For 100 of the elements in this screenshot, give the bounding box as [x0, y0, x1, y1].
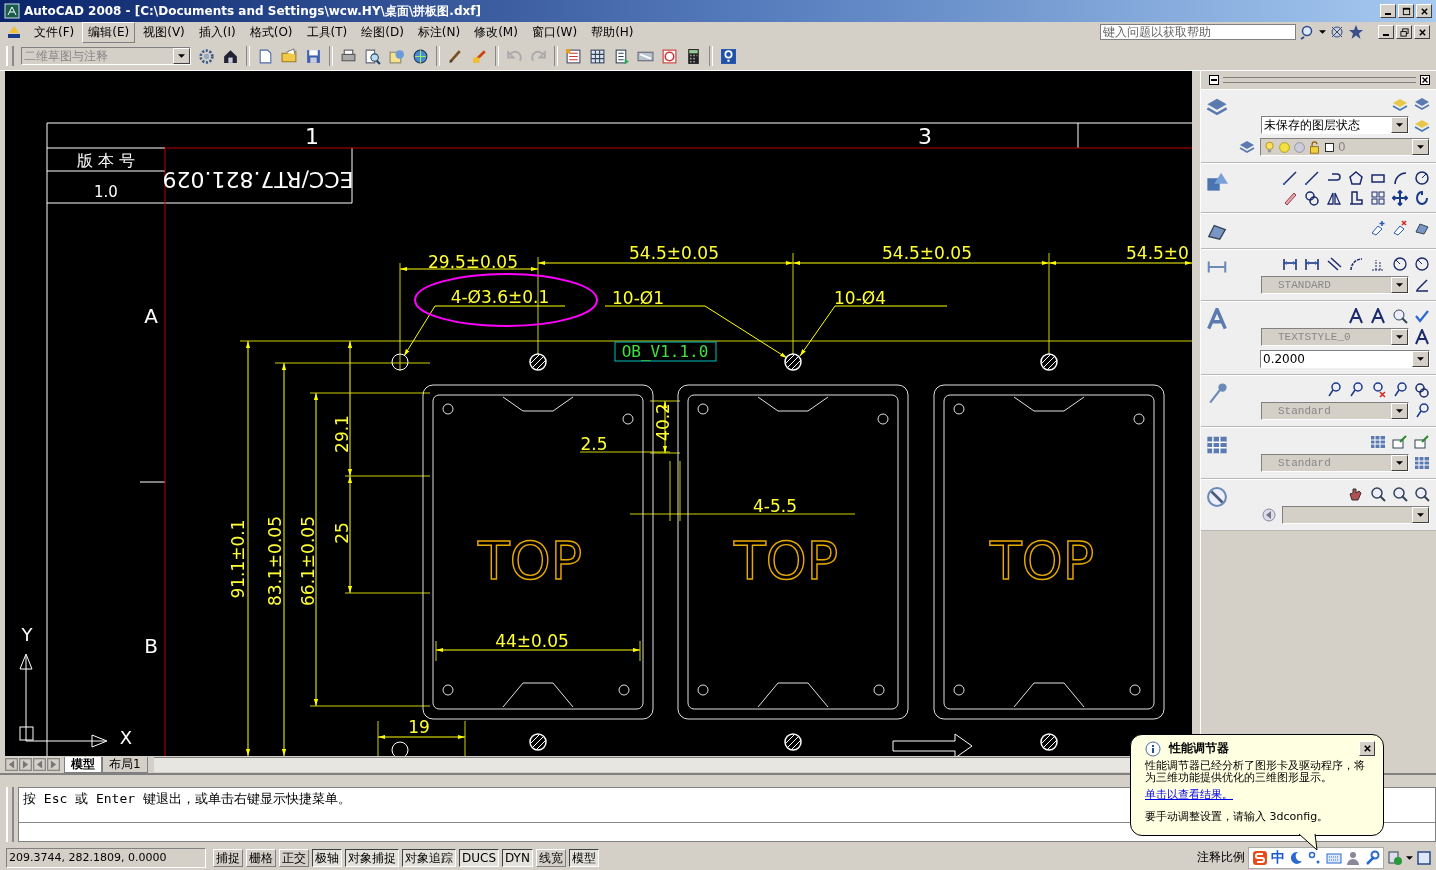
move-icon[interactable] [1392, 190, 1408, 206]
menu-item[interactable]: 修改(M) [468, 21, 524, 43]
menu-item[interactable]: 帮助(H) [585, 21, 640, 43]
save-icon[interactable] [305, 47, 322, 65]
communication-center-icon[interactable] [1329, 24, 1345, 40]
polygon-icon[interactable] [1348, 170, 1364, 186]
leader-icon[interactable] [1326, 382, 1342, 398]
status-toggle-button[interactable]: 对象追踪 [402, 848, 456, 867]
collect-leaders-icon[interactable] [1414, 382, 1430, 398]
wrench-icon[interactable] [1364, 849, 1380, 866]
layer-states-icon[interactable] [1414, 96, 1430, 112]
close-icon[interactable] [1420, 75, 1430, 85]
status-toggle-button[interactable]: 栅格 [246, 848, 276, 867]
back-icon[interactable] [1261, 507, 1277, 523]
text-style-icon[interactable] [1414, 329, 1430, 345]
help-search-field[interactable]: 键入问题以获取帮助 [1100, 24, 1296, 40]
layer-previous-icon[interactable] [1392, 96, 1408, 112]
status-toggle-button[interactable]: DYN [502, 848, 533, 867]
star-icon[interactable] [1348, 24, 1364, 40]
single-line-text-icon[interactable] [1370, 308, 1386, 324]
remove-leader-icon[interactable] [1370, 382, 1386, 398]
layout-tab[interactable]: 模型 [64, 756, 102, 773]
status-toggle-button[interactable]: 正交 [279, 848, 309, 867]
layout-tab[interactable]: 布局1 [102, 756, 148, 773]
edit-table-icon[interactable] [1414, 434, 1430, 450]
line-icon[interactable] [1282, 170, 1298, 186]
menu-item[interactable]: 插入(I) [192, 21, 242, 43]
print-preview-icon[interactable] [364, 47, 381, 65]
status-toggle-button[interactable]: 极轴 [312, 848, 342, 867]
menu-item[interactable]: 文件(F) [28, 21, 81, 43]
menu-item[interactable]: 窗口(W) [525, 21, 584, 43]
circle-icon[interactable] [1414, 170, 1430, 186]
construction-line-icon[interactable] [1304, 170, 1320, 186]
close-button[interactable] [1359, 741, 1375, 756]
view-results-link[interactable]: 单击以查看结果。 [1145, 787, 1233, 802]
pan-icon[interactable] [1348, 486, 1364, 502]
update-table-icon[interactable] [1392, 434, 1408, 450]
dimension-style-icon[interactable] [1414, 277, 1430, 293]
minimize-icon[interactable] [1209, 75, 1219, 85]
status-toggle-button[interactable]: 捕捉 [213, 848, 243, 867]
open-icon[interactable] [281, 47, 298, 65]
menu-item[interactable]: 格式(O) [243, 21, 299, 43]
menu-item[interactable]: 编辑(E) [82, 21, 136, 43]
workspace-settings-icon[interactable] [198, 47, 215, 65]
layer-properties-icon[interactable] [1414, 117, 1430, 133]
close-button[interactable] [1416, 4, 1432, 18]
status-toggle-button[interactable]: 线宽 [535, 848, 566, 867]
globe-icon[interactable] [412, 47, 429, 65]
linear-dimension-icon[interactable] [1282, 256, 1298, 272]
aligned-dimension-icon[interactable] [1326, 256, 1342, 272]
minimize-button[interactable] [1380, 4, 1396, 18]
maximize-button[interactable] [1398, 4, 1414, 18]
table-style-icon[interactable] [1414, 455, 1430, 471]
layers-icon[interactable] [1206, 96, 1228, 118]
copy-icon[interactable] [1304, 190, 1320, 206]
status-toggle-button[interactable]: 模型 [568, 848, 599, 867]
calculator-icon[interactable] [685, 47, 702, 65]
caret-icon[interactable] [1319, 30, 1326, 34]
find-text-icon[interactable] [1392, 308, 1408, 324]
spell-check-icon[interactable] [1414, 308, 1430, 324]
table-icon[interactable] [1206, 434, 1228, 456]
delete-block-icon[interactable] [1392, 220, 1408, 236]
angular-dimension-icon[interactable] [1414, 256, 1430, 272]
arc-icon[interactable] [1392, 170, 1408, 186]
shapes-icon[interactable] [1206, 170, 1228, 192]
close-button[interactable] [1414, 25, 1430, 39]
multileader-style-icon[interactable] [1414, 403, 1430, 419]
linear-dimension-icon[interactable] [1304, 256, 1320, 272]
zoom-extents-icon[interactable] [1414, 486, 1430, 502]
insert-table-icon[interactable] [1370, 434, 1386, 450]
align-leaders-icon[interactable] [1392, 382, 1408, 398]
clean-screen-icon[interactable] [1416, 849, 1432, 866]
text-height-dropdown[interactable]: 0.2000 [1260, 350, 1430, 368]
menu-item[interactable]: 视图(V) [137, 21, 191, 43]
restore-button[interactable] [1396, 25, 1412, 39]
offset-icon[interactable] [1348, 190, 1364, 206]
multiline-text-icon[interactable] [1348, 308, 1364, 324]
tab-scroll-button[interactable] [19, 758, 32, 771]
tab-scroll-button[interactable] [47, 758, 60, 771]
status-toggle-button[interactable]: DUCS [459, 848, 500, 867]
arc-dimension-icon[interactable] [1348, 256, 1364, 272]
make-current-layer-icon[interactable] [1239, 139, 1255, 155]
rotate-icon[interactable] [1414, 190, 1430, 206]
input-mode-toggle[interactable]: 中 [1271, 848, 1285, 867]
zoom-realtime-icon[interactable] [1370, 486, 1386, 502]
command-window-grip[interactable] [6, 787, 14, 842]
erase-icon[interactable] [1282, 190, 1298, 206]
view-dropdown[interactable] [1282, 506, 1430, 524]
layer-state-dropdown[interactable]: 未保存的图层状态 [1261, 116, 1409, 134]
mirror-icon[interactable] [1326, 190, 1342, 206]
insert-block-icon[interactable] [1370, 220, 1386, 236]
panel-grip[interactable] [1223, 77, 1416, 83]
menu-item[interactable]: 工具(T) [300, 21, 354, 43]
text-icon[interactable] [1206, 308, 1228, 330]
zoom-window-icon[interactable] [1392, 486, 1408, 502]
array-icon[interactable] [1370, 190, 1386, 206]
menu-item[interactable]: 绘图(D) [355, 21, 410, 43]
minimize-button[interactable] [1378, 25, 1394, 39]
radius-dimension-icon[interactable] [1392, 256, 1408, 272]
input-method-logo-icon[interactable] [1252, 849, 1268, 866]
